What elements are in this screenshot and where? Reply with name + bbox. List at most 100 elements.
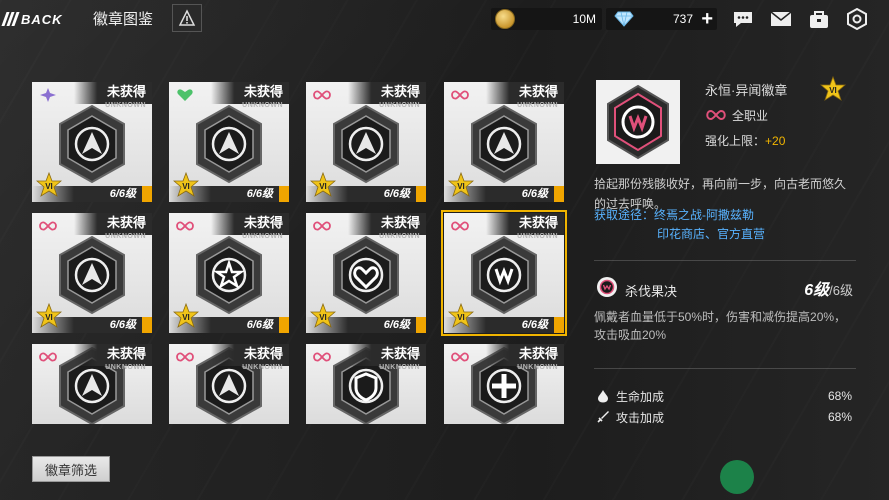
badge-detail-panel: 永恒·异闻徽章 VI 全职业 强化上限：+20 拾起那份残骸收好，再向前一步，向… bbox=[590, 72, 865, 442]
infinity-type-icon bbox=[313, 90, 331, 100]
bag-button[interactable] bbox=[807, 7, 831, 31]
settings-icon bbox=[847, 8, 867, 30]
badge-card[interactable]: 未获得 UNKNOWN 6/6级 VI bbox=[32, 213, 152, 333]
acquire-source: 获取途径：终焉之战-阿撒兹勒 bbox=[594, 206, 754, 225]
watermark-logo-icon bbox=[720, 460, 754, 494]
badge-unknown-label: UNKNOWN bbox=[242, 364, 283, 371]
badge-emblem bbox=[59, 105, 125, 184]
badge-emblem-large bbox=[596, 80, 680, 164]
badge-card[interactable]: 未获得 UNKNOWN 6/6级 VI bbox=[444, 82, 564, 202]
badge-name: 永恒·异闻徽章 bbox=[705, 83, 788, 98]
badge-status: 未获得 bbox=[348, 213, 426, 235]
badge-status: 未获得 bbox=[74, 344, 152, 366]
back-button[interactable]: BACK bbox=[1, 8, 80, 30]
acquire-line-2[interactable]: 印花商店、官方直营 bbox=[657, 225, 765, 242]
svg-text:VI: VI bbox=[319, 182, 327, 191]
gem-icon bbox=[614, 11, 634, 27]
skill-level: 6级/6级 bbox=[804, 276, 853, 300]
chat-button[interactable] bbox=[731, 7, 755, 31]
badge-status: 未获得 bbox=[486, 344, 564, 366]
badge-card[interactable]: 未获得 UNKNOWN 6/6级 VI bbox=[32, 82, 152, 202]
badge-emblem bbox=[333, 236, 399, 315]
rank-vi-icon: VI bbox=[310, 172, 336, 197]
stat-value: 68% bbox=[827, 410, 852, 424]
stat-row-hp: 生命加成 68% bbox=[596, 387, 852, 405]
badge-filter-label: 徽章筛选 bbox=[44, 462, 97, 478]
badge-unknown-label: UNKNOWN bbox=[379, 233, 420, 240]
back-stripes-icon bbox=[1, 12, 20, 26]
badge-card[interactable]: 未获得 UNKNOWN bbox=[306, 344, 426, 424]
acquire-label: 获取途径： bbox=[594, 208, 655, 222]
badge-card[interactable]: 未获得 UNKNOWN bbox=[444, 344, 564, 424]
badge-unknown-label: UNKNOWN bbox=[517, 364, 558, 371]
badge-level-accent bbox=[554, 317, 564, 333]
bag-icon bbox=[810, 11, 828, 28]
svg-text:VI: VI bbox=[457, 313, 465, 322]
acquire-line-1[interactable]: 终焉之战-阿撒兹勒 bbox=[654, 208, 754, 222]
badge-card[interactable]: 未获得 UNKNOWN 6/6级 VI bbox=[169, 82, 289, 202]
badge-card[interactable]: 未获得 UNKNOWN 6/6级 VI bbox=[306, 82, 426, 202]
mail-button[interactable] bbox=[769, 7, 793, 31]
infinity-type-icon bbox=[313, 221, 331, 231]
badge-status: 未获得 bbox=[211, 344, 289, 366]
top-bar: BACK 徽章图鉴 10M 737 + bbox=[0, 0, 889, 40]
settings-button[interactable] bbox=[845, 7, 869, 31]
badge-card[interactable]: 未获得 UNKNOWN bbox=[32, 344, 152, 424]
badge-unknown-label: UNKNOWN bbox=[379, 102, 420, 109]
stat-label: 生命加成 bbox=[616, 389, 665, 404]
hp-drop-icon bbox=[598, 390, 608, 403]
infinity-type-icon bbox=[451, 90, 469, 100]
class-label: 全职业 bbox=[732, 109, 769, 123]
badge-card[interactable]: 未获得 UNKNOWN 6/6级 VI bbox=[441, 210, 567, 336]
badge-status: 未获得 bbox=[486, 82, 564, 104]
help-button[interactable] bbox=[172, 4, 202, 32]
gem-value: 737 bbox=[672, 12, 693, 26]
svg-text:VI: VI bbox=[45, 313, 53, 322]
badge-status: 未获得 bbox=[348, 344, 426, 366]
enhance-limit-label: 强化上限： bbox=[705, 134, 766, 148]
badge-unknown-label: UNKNOWN bbox=[517, 233, 558, 240]
badge-level: 6/6级 bbox=[383, 319, 410, 331]
coin-counter: 10M bbox=[491, 8, 602, 30]
enhance-limit-value: +20 bbox=[765, 134, 786, 148]
badge-emblem bbox=[196, 105, 262, 184]
badge-level: 6/6级 bbox=[521, 188, 548, 200]
badge-level: 6/6级 bbox=[521, 319, 548, 331]
heart-type-icon bbox=[177, 89, 193, 101]
badge-filter-button[interactable]: 徽章筛选 bbox=[32, 456, 110, 482]
svg-text:VI: VI bbox=[457, 182, 465, 191]
badge-level: 6/6级 bbox=[109, 319, 136, 331]
badge-level-accent bbox=[554, 186, 564, 202]
badge-level-accent bbox=[142, 186, 152, 202]
badge-card[interactable]: 未获得 UNKNOWN 6/6级 VI bbox=[306, 213, 426, 333]
svg-text:VI: VI bbox=[829, 86, 837, 95]
badge-level: 6/6级 bbox=[383, 188, 410, 200]
badge-level-accent bbox=[416, 186, 426, 202]
divider bbox=[594, 260, 856, 261]
svg-text:VI: VI bbox=[45, 182, 53, 191]
stat-row-attack: 攻击加成 68% bbox=[596, 408, 852, 426]
badge-emblem bbox=[59, 236, 125, 315]
gem-counter[interactable]: 737 + bbox=[606, 8, 717, 30]
badge-unknown-label: UNKNOWN bbox=[105, 364, 146, 371]
badge-level-accent bbox=[142, 317, 152, 333]
chat-icon bbox=[734, 12, 752, 27]
watermark bbox=[720, 460, 889, 500]
badge-level-accent bbox=[416, 317, 426, 333]
infinity-type-icon bbox=[451, 221, 469, 231]
rank-vi-icon: VI bbox=[36, 303, 62, 328]
badge-level-accent bbox=[279, 186, 289, 202]
badge-card[interactable]: 未获得 UNKNOWN bbox=[169, 344, 289, 424]
badge-card[interactable]: 未获得 UNKNOWN 6/6级 VI bbox=[169, 213, 289, 333]
add-gem-icon[interactable]: + bbox=[701, 9, 713, 29]
mail-icon bbox=[770, 11, 792, 26]
back-label: BACK bbox=[21, 11, 63, 27]
skill-icon bbox=[597, 277, 617, 297]
star-type-icon bbox=[40, 88, 56, 102]
badge-status: 未获得 bbox=[211, 213, 289, 235]
skill-level-current: 6级 bbox=[804, 282, 830, 299]
coin-value: 10M bbox=[572, 12, 596, 26]
svg-text:VI: VI bbox=[182, 182, 190, 191]
sword-icon bbox=[597, 411, 609, 423]
badge-emblem bbox=[333, 105, 399, 184]
